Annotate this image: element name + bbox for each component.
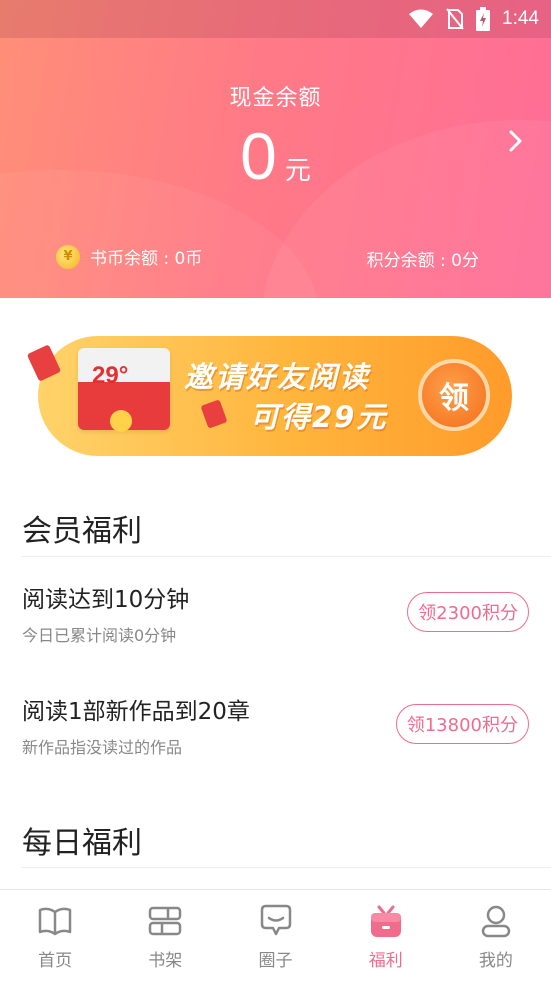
banner-headline: 邀请好友阅读 — [184, 360, 371, 394]
nav-label: 福利 — [368, 951, 403, 971]
banner-subline: 可得29元 — [250, 400, 388, 434]
cash-balance-amount: 0 — [240, 119, 277, 193]
battery-charging-icon — [476, 7, 491, 31]
nav-label: 书架 — [148, 951, 183, 971]
member-welfare-title: 会员福利 — [22, 514, 142, 549]
claim-points-button[interactable]: 领13800积分 — [395, 704, 529, 744]
nav-item-home[interactable]: 首页 — [0, 890, 110, 981]
bottom-nav: 首页 书架 圈子 福利 我的 — [0, 889, 551, 981]
cash-balance-unit: 元 — [284, 156, 311, 186]
nav-label: 圈子 — [258, 951, 293, 971]
bookshelf-icon — [149, 906, 182, 936]
welfare-screen: 1:44 现金余额 0元 ¥ 书币余额 : 0币 积分余额 : 0分 29° 邀… — [0, 0, 551, 981]
chevron-right-icon[interactable] — [505, 126, 527, 156]
invite-friends-banner[interactable]: 29° 邀请好友阅读 可得29元 领 — [26, 336, 512, 456]
chat-bubble-icon — [260, 904, 291, 936]
no-sim-icon — [446, 8, 464, 30]
book-open-icon — [38, 907, 72, 936]
balance-header: 1:44 现金余额 0元 ¥ 书币余额 : 0币 积分余额 : 0分 — [0, 0, 551, 298]
red-packet-icon — [26, 344, 62, 382]
nav-item-mine[interactable]: 我的 — [441, 890, 551, 981]
gift-icon — [370, 905, 401, 937]
user-icon — [481, 905, 511, 938]
wifi-icon — [409, 9, 434, 28]
nav-item-circle[interactable]: 圈子 — [220, 890, 330, 981]
task-item: 阅读1部新作品到20章 新作品指没读过的作品 领13800积分 — [22, 692, 529, 772]
section-divider — [22, 867, 551, 868]
claim-points-button[interactable]: 领2300积分 — [407, 592, 529, 632]
envelope-value: 29° — [92, 362, 129, 389]
task-subtitle: 今日已累计阅读0分钟 — [22, 626, 177, 645]
points-balance: 积分余额 : 0分 — [366, 251, 479, 271]
cash-balance-title: 现金余额 — [229, 86, 322, 111]
coin-icon: ¥ — [56, 244, 80, 269]
task-item: 阅读达到10分钟 今日已累计阅读0分钟 领2300积分 — [22, 580, 529, 660]
nav-label: 首页 — [38, 951, 73, 971]
red-packet-icon — [200, 399, 228, 429]
nav-item-welfare[interactable]: 福利 — [331, 890, 441, 981]
task-subtitle: 新作品指没读过的作品 — [22, 738, 183, 757]
coin-balance-label: 书币余额 : 0币 — [90, 249, 203, 269]
section-divider — [22, 556, 551, 557]
coin-balance: ¥ 书币余额 : 0币 — [56, 244, 202, 269]
nav-item-bookshelf[interactable]: 书架 — [110, 890, 220, 981]
cash-balance[interactable]: 0元 — [0, 118, 551, 194]
claim-button[interactable]: 领 — [418, 359, 490, 431]
status-time: 1:44 — [502, 8, 539, 29]
task-title: 阅读1部新作品到20章 — [22, 699, 250, 725]
status-bar: 1:44 — [0, 0, 551, 38]
daily-welfare-title: 每日福利 — [22, 826, 142, 861]
nav-label: 我的 — [478, 951, 513, 971]
task-title: 阅读达到10分钟 — [22, 587, 190, 613]
red-envelope-icon: 29° — [78, 348, 170, 432]
